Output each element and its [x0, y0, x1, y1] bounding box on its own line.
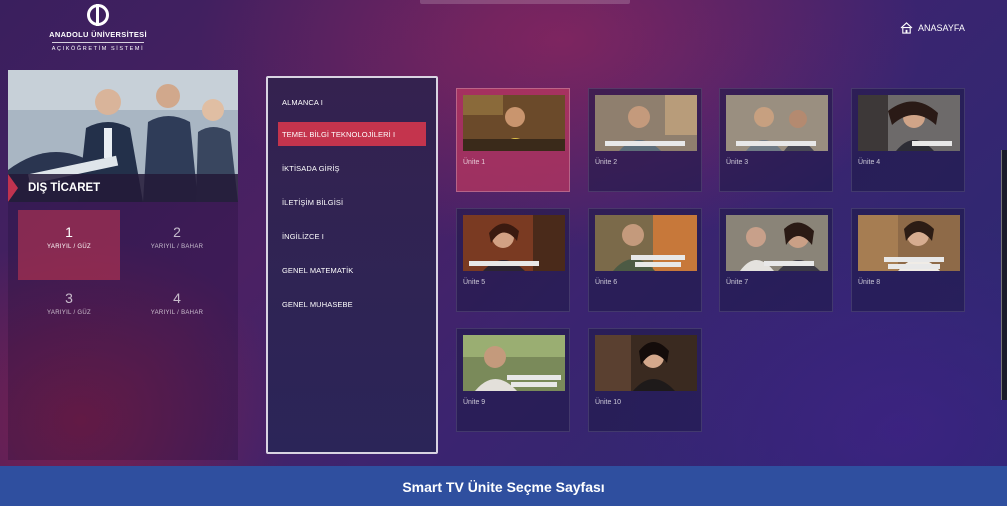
unit-card-2[interactable]: Ünite 2 [588, 88, 702, 192]
semester-label: YARIYIL / GÜZ [47, 244, 91, 250]
logo-mark-icon [87, 4, 109, 26]
unit-thumbnail [463, 215, 565, 271]
unit-thumbnail [858, 215, 960, 271]
unit-card-9[interactable]: Ünite 9 [456, 328, 570, 432]
course-item[interactable]: İLETİŞİM BİLGİSİ [278, 190, 426, 214]
semester-number: 3 [65, 290, 73, 306]
course-item[interactable]: ALMANCA I [278, 90, 426, 114]
unit-name: Ünite 4 [858, 159, 881, 166]
logo-title: ANADOLU ÜNİVERSİTESİ [49, 30, 147, 39]
tv-screen: ANADOLU ÜNİVERSİTESİ AÇIKÖĞRETİM SİSTEMİ… [0, 0, 1007, 466]
home-label: ANASAYFA [918, 23, 965, 33]
course-list: ALMANCA I TEMEL BİLGİ TEKNOLOJİLERİ I İK… [266, 76, 438, 454]
course-item[interactable]: İKTİSADA GİRİŞ [278, 156, 426, 180]
semester-4-button[interactable]: 4 YARIYIL / BAHAR [126, 276, 228, 346]
home-icon [900, 22, 913, 34]
unit-card-6[interactable]: Ünite 6 [588, 208, 702, 312]
unit-thumbnail [726, 215, 828, 271]
course-item[interactable]: İNGİLİZCE I [278, 224, 426, 248]
unit-card-8[interactable]: Ünite 8 [851, 208, 965, 312]
semester-3-button[interactable]: 3 YARIYIL / GÜZ [18, 276, 120, 346]
unit-card-7[interactable]: Ünite 7 [719, 208, 833, 312]
figure-caption: Smart TV Ünite Seçme Sayfası [402, 479, 605, 495]
unit-name: Ünite 9 [463, 399, 486, 406]
semester-number: 2 [173, 224, 181, 240]
unit-card-3[interactable]: Ünite 3 [719, 88, 833, 192]
cropped-heading [420, 0, 630, 4]
semester-1-button[interactable]: 1 YARIYIL / GÜZ [18, 210, 120, 280]
unit-name: Ünite 7 [726, 279, 749, 286]
unit-thumbnail [726, 95, 828, 151]
semester-number: 1 [65, 224, 73, 240]
program-title: DIŞ TİCARET [8, 174, 238, 202]
unit-thumbnail [595, 95, 697, 151]
unit-card-4[interactable]: Ünite 4 [851, 88, 965, 192]
home-button[interactable]: ANASAYFA [900, 22, 965, 34]
unit-name: Ünite 8 [858, 279, 881, 286]
unit-card-5[interactable]: Ünite 5 [456, 208, 570, 312]
program-title-text: DIŞ TİCARET [28, 182, 101, 194]
semester-2-button[interactable]: 2 YARIYIL / BAHAR [126, 210, 228, 280]
caption-bar: Smart TV Ünite Seçme Sayfası [0, 466, 1007, 506]
unit-thumbnail [463, 95, 565, 151]
unit-name: Ünite 5 [463, 279, 486, 286]
semester-label: YARIYIL / BAHAR [150, 310, 204, 316]
unit-name: Ünite 1 [463, 159, 486, 166]
logo-subtitle: AÇIKÖĞRETİM SİSTEMİ [51, 46, 145, 52]
unit-name: Ünite 10 [595, 399, 622, 406]
unit-thumbnail [595, 215, 697, 271]
title-flag-icon [8, 174, 18, 202]
semester-label: YARIYIL / GÜZ [47, 310, 91, 316]
tv-frame-edge [1001, 150, 1007, 400]
unit-card-10[interactable]: Ünite 10 [588, 328, 702, 432]
unit-thumbnail [463, 335, 565, 391]
semester-number: 4 [173, 290, 181, 306]
unit-name: Ünite 6 [595, 279, 618, 286]
course-item[interactable]: GENEL MATEMATİK [278, 258, 426, 282]
unit-name: Ünite 3 [726, 159, 749, 166]
course-item[interactable]: GENEL MUHASEBE [278, 292, 426, 316]
unit-card-1[interactable]: Ünite 1 [456, 88, 570, 192]
semester-label: YARIYIL / BAHAR [150, 244, 204, 250]
course-item-selected[interactable]: TEMEL BİLGİ TEKNOLOJİLERİ I [278, 122, 426, 146]
unit-thumbnail [858, 95, 960, 151]
program-panel: DIŞ TİCARET 1 YARIYIL / GÜZ 2 YARIYIL / … [8, 70, 238, 460]
university-logo: ANADOLU ÜNİVERSİTESİ AÇIKÖĞRETİM SİSTEMİ [48, 4, 148, 52]
unit-name: Ünite 2 [595, 159, 618, 166]
unit-thumbnail [595, 335, 697, 391]
logo-divider [52, 42, 144, 43]
